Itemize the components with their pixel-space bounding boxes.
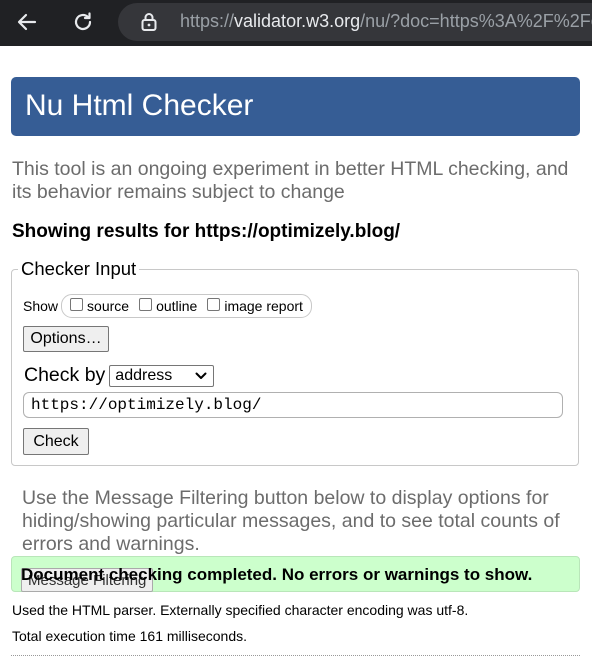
source-label: source [87,298,130,314]
show-source-option[interactable]: source [70,297,130,314]
url-prefix: https:// [180,11,235,31]
checker-input-legend: Checker Input [18,258,140,280]
results-heading: Showing results for https://optimizely.b… [12,221,401,242]
check-button[interactable]: Check [23,428,89,455]
show-label: Show [23,298,59,314]
message-filtering-hint: Use the Message Filtering button below t… [22,487,560,555]
source-checkbox[interactable] [70,297,84,311]
check-by-label: Check by [24,364,106,386]
arrow-left-icon [17,13,37,31]
document-url-input[interactable]: https://optimizely.blog/ [23,392,563,418]
intro-text: This tool is an ongoing experiment in be… [12,158,569,203]
chevron-down-icon [195,372,207,379]
checker-input-fieldset: Checker Input Show source outline image … [11,258,579,466]
show-outline-option[interactable]: outline [139,297,198,314]
url-path: /nu/?doc=https%3A%2F%2Fo [360,11,592,31]
url-host: validator.w3.org [234,11,361,31]
show-image-report-option[interactable]: image report [207,297,303,314]
reload-icon [74,12,92,31]
page-title: Nu Html Checker [25,89,254,122]
check-by-select[interactable]: address [109,364,215,387]
outline-checkbox[interactable] [139,297,153,311]
url-text: https://validator.w3.org/nu/?doc=https%3… [180,11,592,32]
browser-toolbar: https://validator.w3.org/nu/?doc=https%3… [0,0,592,46]
check-by-row: Check by address [24,364,215,387]
success-message: Document checking completed. No errors o… [21,565,533,584]
divider [11,655,580,656]
image-report-checkbox[interactable] [207,297,221,311]
parser-info: Used the HTML parser. Externally specifi… [12,602,469,618]
header-banner: Nu Html Checker [11,77,580,136]
success-message-box: Message Filtering Document checking comp… [11,556,580,592]
show-options-group: source outline image report [61,294,312,318]
reload-button[interactable] [65,5,101,39]
check-by-value: address [115,366,173,384]
execution-time: Total execution time 161 milliseconds. [12,628,248,644]
back-button[interactable] [9,5,45,39]
lock-icon[interactable] [140,12,158,32]
options-button[interactable]: Options… [23,326,109,352]
show-options-row: Show source outline image report [23,294,312,318]
address-bar[interactable]: https://validator.w3.org/nu/?doc=https%3… [118,3,592,41]
image-report-label: image report [224,298,303,314]
outline-label: outline [156,298,198,314]
